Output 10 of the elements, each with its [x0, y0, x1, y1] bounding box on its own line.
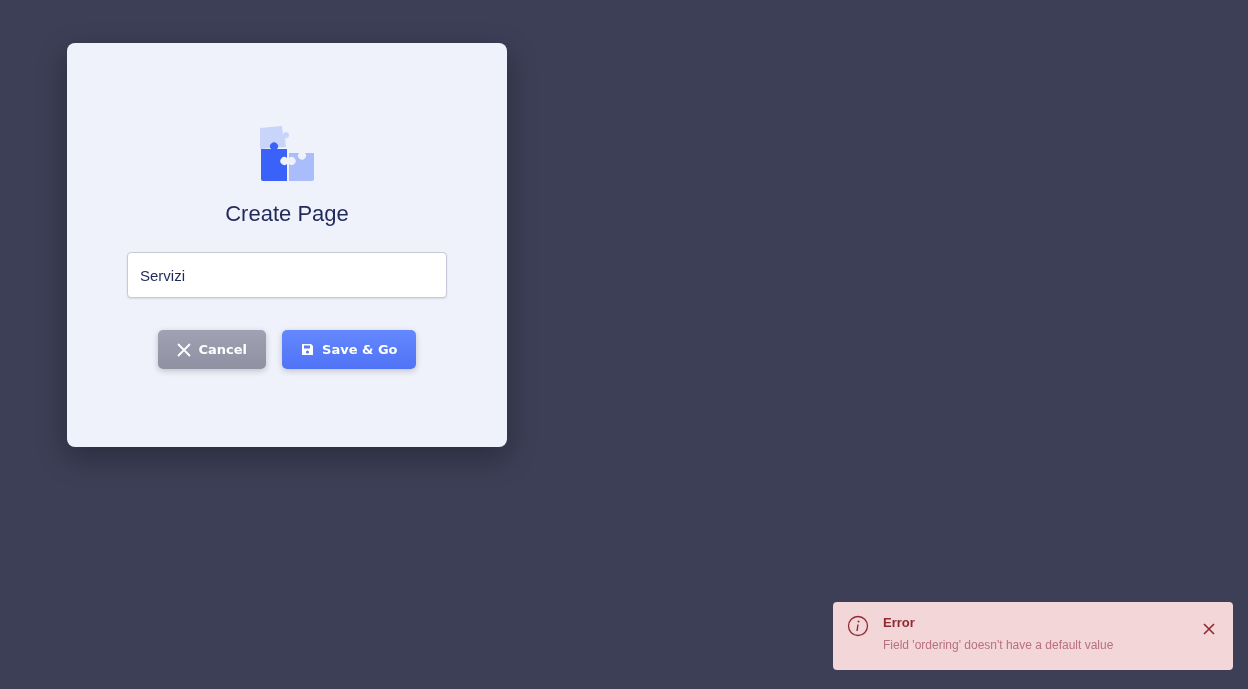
save-button[interactable]: Save & Go [282, 330, 417, 369]
close-icon [176, 342, 191, 357]
toast-message: Field 'ordering' doesn't have a default value [883, 638, 1115, 652]
cancel-button[interactable]: Cancel [157, 330, 267, 369]
page-name-field[interactable]: Servizi [127, 252, 447, 298]
toast-title: Error [883, 615, 916, 630]
dialog-title: Create Page [225, 201, 349, 227]
info-icon [847, 615, 869, 637]
puzzle-icon [258, 125, 316, 183]
close-icon[interactable] [1203, 623, 1215, 635]
